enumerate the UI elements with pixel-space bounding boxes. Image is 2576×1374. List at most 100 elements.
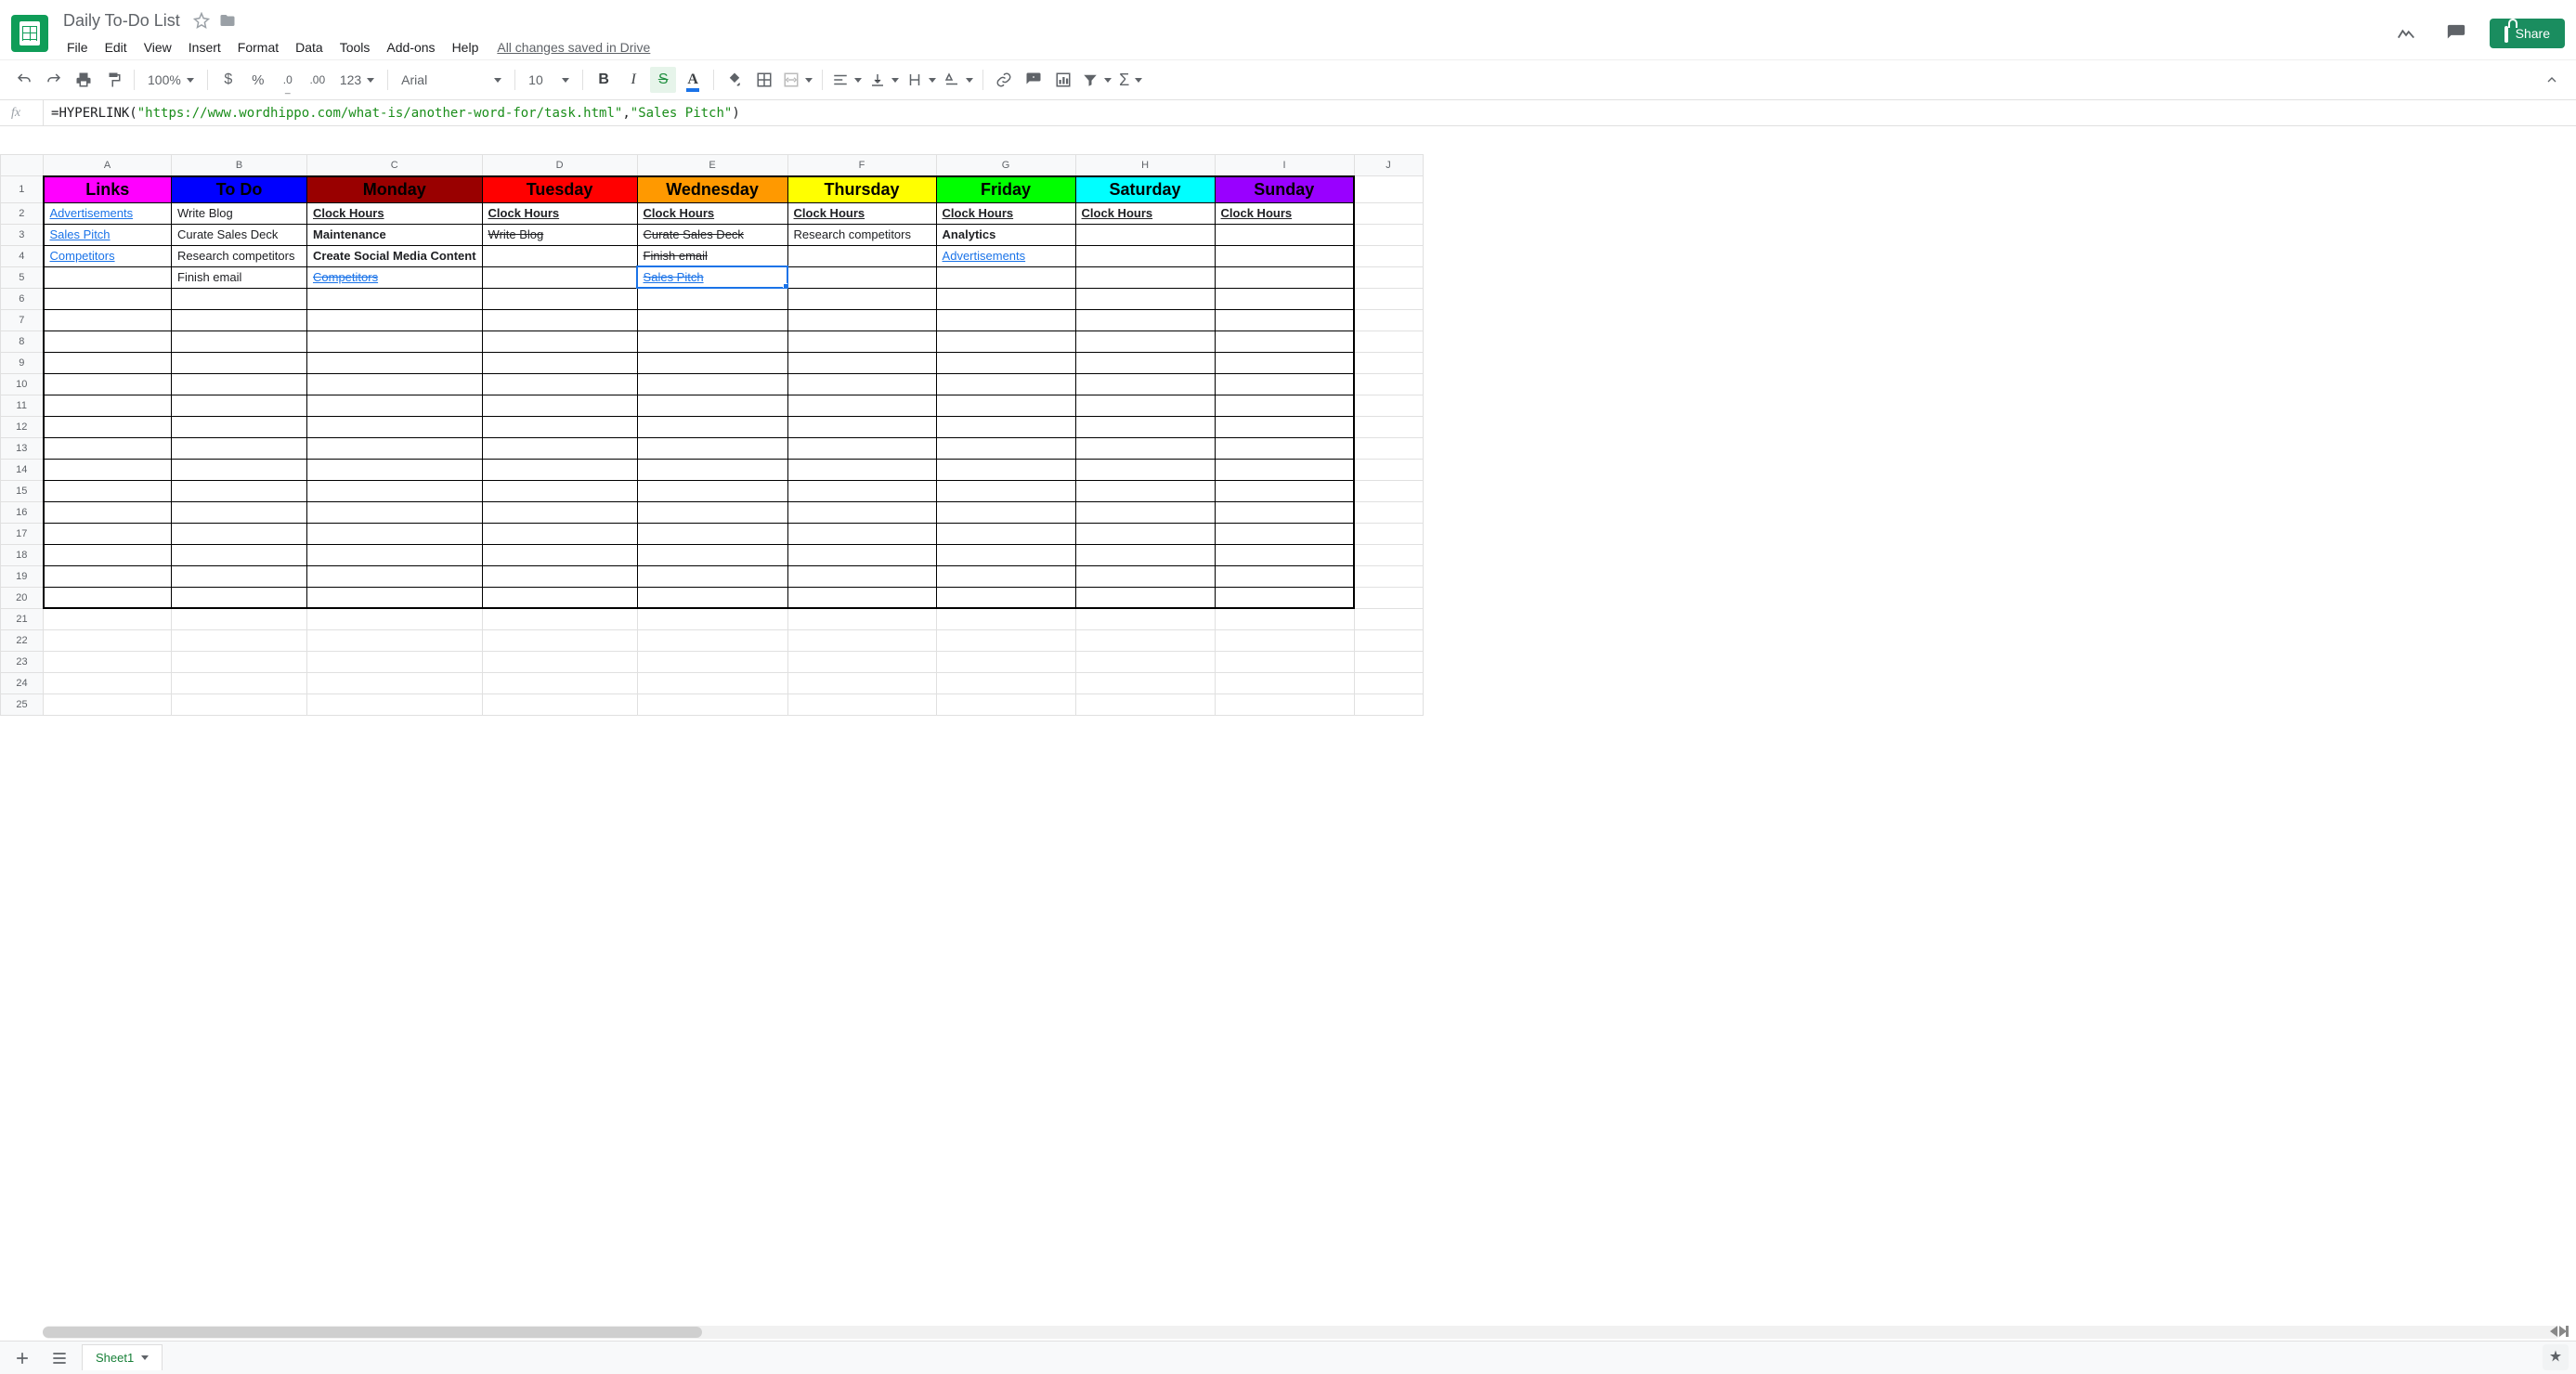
cell-C20[interactable]	[307, 587, 483, 608]
cell-C25[interactable]	[307, 693, 483, 715]
cell-A19[interactable]	[44, 565, 172, 587]
cell-C21[interactable]	[307, 608, 483, 629]
cell-G17[interactable]	[936, 523, 1075, 544]
cell-G24[interactable]	[936, 672, 1075, 693]
cell-A20[interactable]	[44, 587, 172, 608]
cell-F14[interactable]	[787, 459, 936, 480]
cell-A24[interactable]	[44, 672, 172, 693]
cell-B24[interactable]	[172, 672, 307, 693]
cell-E1[interactable]: Wednesday	[637, 176, 787, 203]
row-header-2[interactable]: 2	[1, 202, 44, 224]
select-all-corner[interactable]	[1, 155, 44, 176]
cell-G2[interactable]: Clock Hours	[936, 202, 1075, 224]
cell-F24[interactable]	[787, 672, 936, 693]
cell-J15[interactable]	[1354, 480, 1423, 501]
cell-F10[interactable]	[787, 373, 936, 395]
cell-J7[interactable]	[1354, 309, 1423, 331]
cell-H25[interactable]	[1075, 693, 1215, 715]
text-color-button[interactable]: A	[680, 67, 706, 93]
cell-E14[interactable]	[637, 459, 787, 480]
cell-D1[interactable]: Tuesday	[482, 176, 637, 203]
cell-D17[interactable]	[482, 523, 637, 544]
cell-B2[interactable]: Write Blog	[172, 202, 307, 224]
column-header-E[interactable]: E	[637, 155, 787, 176]
column-header-I[interactable]: I	[1215, 155, 1354, 176]
cell-A17[interactable]	[44, 523, 172, 544]
cell-D22[interactable]	[482, 629, 637, 651]
cell-C3[interactable]: Maintenance	[307, 224, 483, 245]
column-header-G[interactable]: G	[936, 155, 1075, 176]
cell-C1[interactable]: Monday	[307, 176, 483, 203]
cell-D12[interactable]	[482, 416, 637, 437]
cell-B19[interactable]	[172, 565, 307, 587]
add-sheet-button[interactable]	[7, 1343, 37, 1373]
cell-I3[interactable]	[1215, 224, 1354, 245]
cell-F5[interactable]	[787, 266, 936, 288]
cell-I16[interactable]	[1215, 501, 1354, 523]
cell-I9[interactable]	[1215, 352, 1354, 373]
cell-F16[interactable]	[787, 501, 936, 523]
cell-I13[interactable]	[1215, 437, 1354, 459]
cell-E22[interactable]	[637, 629, 787, 651]
strikethrough-button[interactable]: S	[650, 67, 676, 93]
cell-H17[interactable]	[1075, 523, 1215, 544]
cell-I21[interactable]	[1215, 608, 1354, 629]
increase-decimal-button[interactable]: .00	[305, 67, 331, 93]
cell-A22[interactable]	[44, 629, 172, 651]
row-header-1[interactable]: 1	[1, 176, 44, 203]
cell-C4[interactable]: Create Social Media Content	[307, 245, 483, 266]
cell-H14[interactable]	[1075, 459, 1215, 480]
column-header-J[interactable]: J	[1354, 155, 1423, 176]
cell-D21[interactable]	[482, 608, 637, 629]
cell-E2[interactable]: Clock Hours	[637, 202, 787, 224]
vertical-align-button[interactable]	[867, 67, 901, 93]
cell-F15[interactable]	[787, 480, 936, 501]
cell-I8[interactable]	[1215, 331, 1354, 352]
cell-J18[interactable]	[1354, 544, 1423, 565]
cell-D5[interactable]	[482, 266, 637, 288]
row-header-14[interactable]: 14	[1, 459, 44, 480]
cell-H18[interactable]	[1075, 544, 1215, 565]
cell-J17[interactable]	[1354, 523, 1423, 544]
cell-H16[interactable]	[1075, 501, 1215, 523]
undo-button[interactable]	[11, 67, 37, 93]
cell-B1[interactable]: To Do	[172, 176, 307, 203]
cell-E15[interactable]	[637, 480, 787, 501]
cell-C24[interactable]	[307, 672, 483, 693]
menu-edit[interactable]: Edit	[98, 36, 135, 58]
cell-G21[interactable]	[936, 608, 1075, 629]
explore-button[interactable]	[2543, 1344, 2569, 1370]
cell-J1[interactable]	[1354, 176, 1423, 203]
menu-view[interactable]: View	[137, 36, 179, 58]
cell-B23[interactable]	[172, 651, 307, 672]
cell-E10[interactable]	[637, 373, 787, 395]
cell-B6[interactable]	[172, 288, 307, 309]
document-title[interactable]: Daily To-Do List	[59, 9, 184, 32]
text-wrap-button[interactable]	[904, 67, 938, 93]
cell-C10[interactable]	[307, 373, 483, 395]
cell-B8[interactable]	[172, 331, 307, 352]
cell-J5[interactable]	[1354, 266, 1423, 288]
cell-E19[interactable]	[637, 565, 787, 587]
cell-A2[interactable]: Advertisements	[44, 202, 172, 224]
cell-J11[interactable]	[1354, 395, 1423, 416]
cell-E5[interactable]: Sales Pitch	[637, 266, 787, 288]
row-header-13[interactable]: 13	[1, 437, 44, 459]
row-header-9[interactable]: 9	[1, 352, 44, 373]
cell-E12[interactable]	[637, 416, 787, 437]
horizontal-scrollbar[interactable]	[43, 1326, 2561, 1339]
row-header-22[interactable]: 22	[1, 629, 44, 651]
decrease-decimal-button[interactable]: .0_	[275, 67, 301, 93]
cell-C16[interactable]	[307, 501, 483, 523]
row-header-8[interactable]: 8	[1, 331, 44, 352]
cell-F6[interactable]	[787, 288, 936, 309]
cell-F22[interactable]	[787, 629, 936, 651]
cell-D20[interactable]	[482, 587, 637, 608]
cell-J8[interactable]	[1354, 331, 1423, 352]
row-header-20[interactable]: 20	[1, 587, 44, 608]
cell-I22[interactable]	[1215, 629, 1354, 651]
cell-A25[interactable]	[44, 693, 172, 715]
cell-E9[interactable]	[637, 352, 787, 373]
cell-C7[interactable]	[307, 309, 483, 331]
cell-F3[interactable]: Research competitors	[787, 224, 936, 245]
